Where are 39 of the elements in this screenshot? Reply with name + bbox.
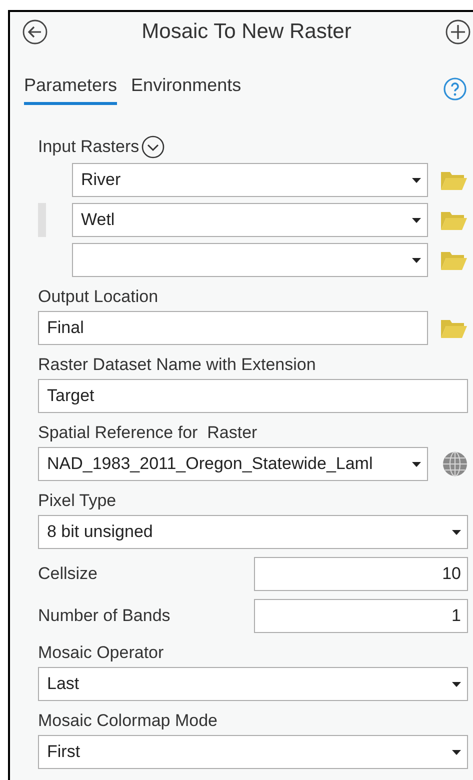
- help-icon[interactable]: [443, 76, 467, 100]
- parameter-label: Mosaic Colormap Mode: [38, 710, 219, 732]
- parameter-label: Pixel Type: [38, 490, 118, 512]
- dropdown-caret-icon: [452, 682, 461, 686]
- number-field[interactable]: 10: [254, 557, 468, 591]
- add-icon[interactable]: [445, 19, 471, 45]
- dropdown-field[interactable]: Last: [38, 667, 468, 701]
- tab[interactable]: Environments: [131, 72, 242, 105]
- number-field[interactable]: 1: [254, 599, 468, 633]
- parameter-label: Number of Bands: [38, 605, 172, 627]
- drag-handle[interactable]: [38, 203, 46, 237]
- dropdown-field[interactable]: NAD_1983_2011_Oregon_Statewide_Laml: [38, 447, 428, 481]
- dropdown-field[interactable]: River: [72, 163, 428, 197]
- folder-icon[interactable]: [440, 209, 468, 231]
- parameter-label: Spatial Reference for Raster: [38, 422, 258, 444]
- folder-icon[interactable]: [440, 249, 468, 271]
- folder-icon[interactable]: [440, 169, 468, 191]
- folder-icon[interactable]: [440, 317, 468, 339]
- parameter-label: Raster Dataset Name with Extension: [38, 354, 317, 376]
- dropdown-caret-icon: [452, 750, 461, 754]
- dropdown-field[interactable]: 8 bit unsigned: [38, 515, 468, 549]
- dropdown-caret-icon: [412, 178, 421, 182]
- parameter-label: Cellsize: [38, 563, 99, 585]
- text-field[interactable]: Final: [38, 311, 428, 345]
- parameter-label: Mosaic Operator: [38, 642, 165, 664]
- dropdown-field[interactable]: [72, 243, 428, 277]
- text-field[interactable]: Target: [38, 379, 468, 413]
- dropdown-field[interactable]: Wetl: [72, 203, 428, 237]
- globe-icon[interactable]: [442, 451, 468, 477]
- parameter-label: Input Rasters: [38, 136, 140, 158]
- tool-title: Mosaic To New Raster: [140, 19, 352, 46]
- tab[interactable]: Parameters: [24, 72, 118, 105]
- dropdown-caret-icon: [412, 462, 421, 466]
- parameter-label: Output Location: [38, 286, 160, 308]
- dropdown-field[interactable]: First: [38, 735, 468, 769]
- dropdown-caret-icon: [452, 530, 461, 534]
- dropdown-caret-icon: [412, 258, 421, 262]
- expand-chevron-icon[interactable]: [141, 135, 166, 159]
- dropdown-caret-icon: [412, 218, 421, 222]
